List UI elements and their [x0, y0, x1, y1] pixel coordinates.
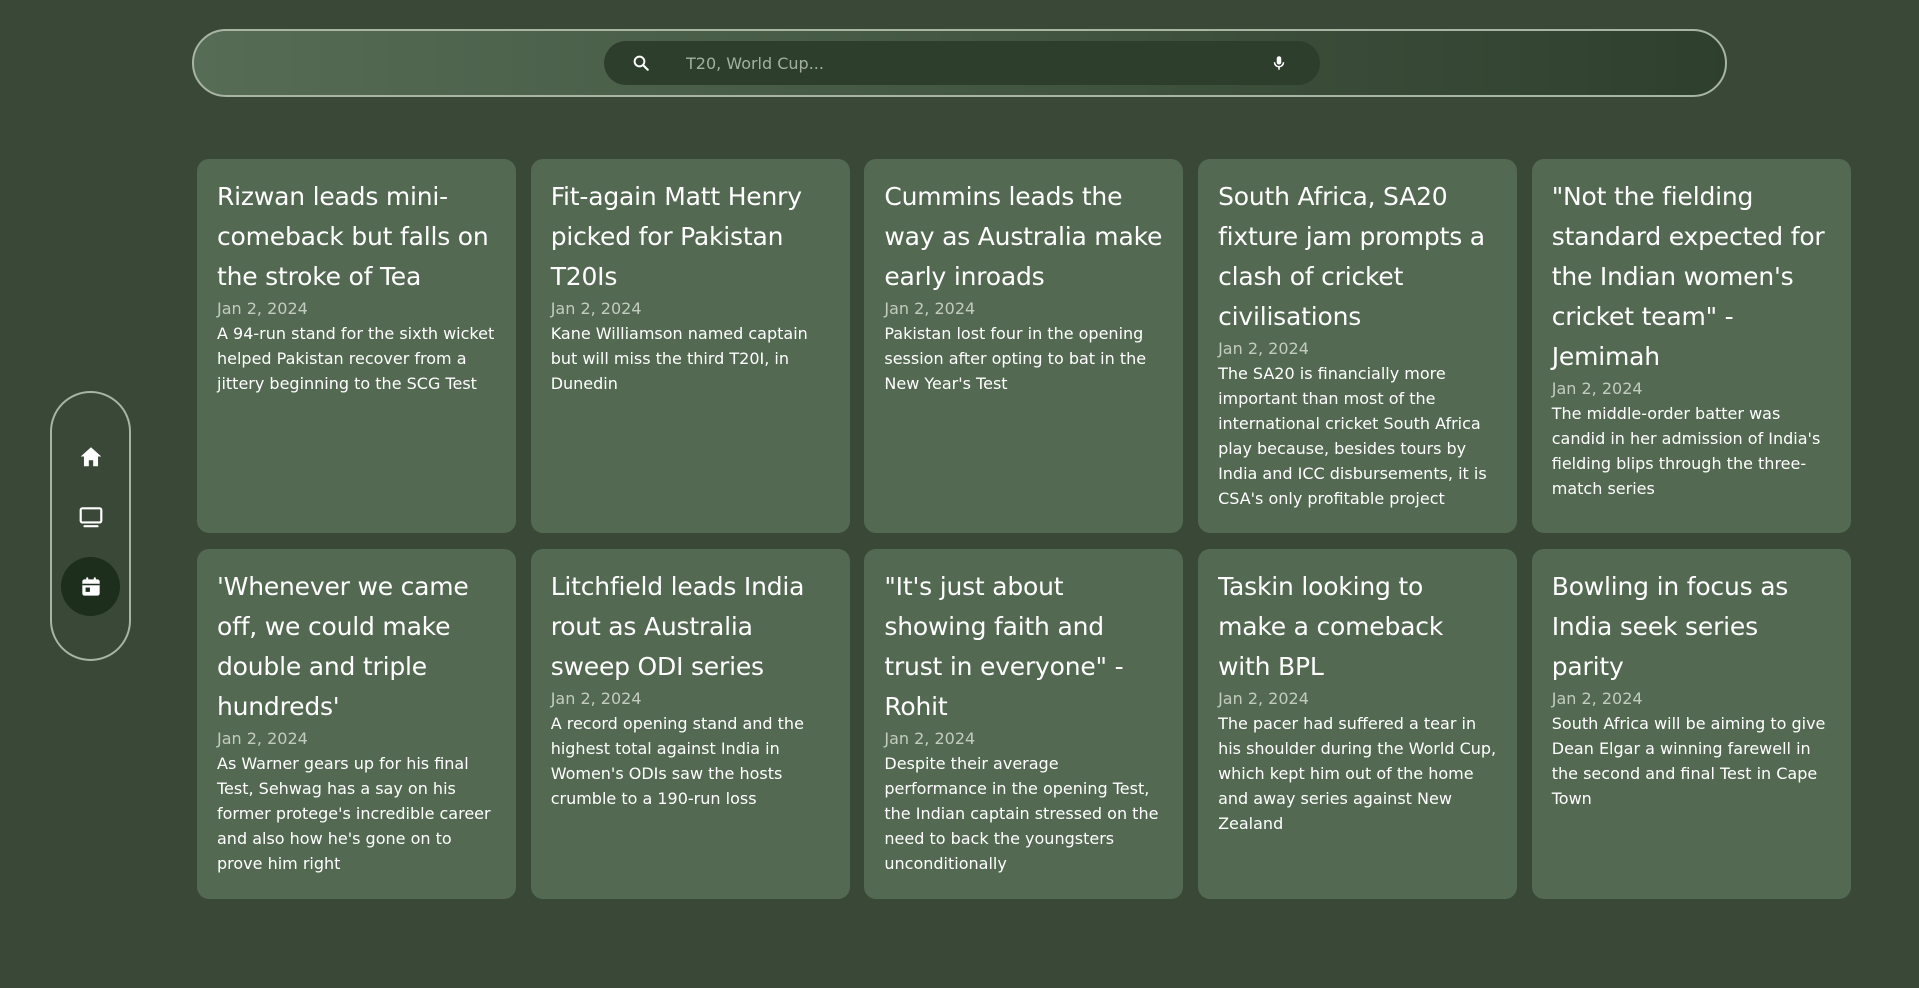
article-date: Jan 2, 2024: [217, 299, 308, 318]
search-icon[interactable]: [632, 54, 650, 72]
article-card[interactable]: Rizwan leads mini-comeback but falls on …: [197, 159, 516, 533]
article-date: Jan 2, 2024: [1218, 339, 1309, 358]
article-summary: The pacer had suffered a tear in his sho…: [1218, 714, 1497, 833]
article-date: Jan 2, 2024: [1218, 689, 1309, 708]
nav-home-button[interactable]: [61, 427, 120, 486]
nav-calendar-button[interactable]: [61, 557, 120, 616]
article-summary: The middle-order batter was candid in he…: [1551, 404, 1821, 498]
article-card[interactable]: South Africa, SA20 fixture jam prompts a…: [1198, 159, 1518, 533]
article-title[interactable]: South Africa, SA20 fixture jam prompts a…: [1218, 177, 1497, 337]
article-date: Jan 2, 2024: [1551, 379, 1643, 398]
article-summary: A record opening stand and the highest t…: [550, 714, 804, 808]
article-title[interactable]: 'Whenever we came off, we could make dou…: [217, 567, 496, 727]
article-card[interactable]: Taskin looking to make a comeback with B…: [1198, 549, 1518, 899]
microphone-icon[interactable]: [1270, 54, 1288, 72]
article-title[interactable]: Cummins leads the way as Australia make …: [884, 177, 1163, 297]
article-title[interactable]: "It's just about showing faith and trust…: [884, 567, 1163, 727]
article-summary: South Africa will be aiming to give Dean…: [1551, 714, 1826, 808]
calendar-icon: [81, 576, 100, 596]
article-card[interactable]: "It's just about showing faith and trust…: [864, 549, 1184, 899]
article-summary: The SA20 is financially more important t…: [1218, 364, 1487, 508]
search-input[interactable]: [686, 41, 1246, 85]
article-date: Jan 2, 2024: [884, 299, 976, 318]
search-bar: [192, 29, 1727, 97]
article-title[interactable]: Bowling in focus as India seek series pa…: [1552, 567, 1831, 687]
article-date: Jan 2, 2024: [217, 729, 308, 748]
article-title[interactable]: Litchfield leads India rout as Australia…: [551, 567, 830, 687]
article-card[interactable]: Litchfield leads India rout as Australia…: [530, 549, 850, 899]
article-date: Jan 2, 2024: [550, 689, 642, 708]
article-date: Jan 2, 2024: [1551, 689, 1643, 708]
article-summary: As Warner gears up for his final Test, S…: [217, 754, 491, 873]
article-summary: Despite their average performance in the…: [884, 754, 1159, 873]
side-nav: [50, 391, 131, 661]
article-summary: Kane Williamson named captain but will m…: [550, 324, 808, 393]
article-card[interactable]: "Not the fielding standard expected for …: [1531, 159, 1851, 533]
home-icon: [80, 446, 101, 466]
article-summary: A 94-run stand for the sixth wicket help…: [217, 324, 495, 393]
article-title[interactable]: "Not the fielding standard expected for …: [1552, 177, 1831, 377]
article-card[interactable]: Cummins leads the way as Australia make …: [864, 159, 1184, 533]
article-date: Jan 2, 2024: [884, 729, 976, 748]
tv-icon: [79, 506, 102, 527]
article-card[interactable]: 'Whenever we came off, we could make dou…: [197, 549, 516, 899]
search-pill[interactable]: [604, 41, 1320, 85]
article-date: Jan 2, 2024: [550, 299, 642, 318]
article-title[interactable]: Rizwan leads mini-comeback but falls on …: [217, 177, 496, 297]
article-title[interactable]: Fit-again Matt Henry picked for Pakistan…: [551, 177, 830, 297]
article-card[interactable]: Fit-again Matt Henry picked for Pakistan…: [530, 159, 850, 533]
article-title[interactable]: Taskin looking to make a comeback with B…: [1218, 567, 1497, 687]
nav-tv-button[interactable]: [61, 487, 120, 546]
article-summary: Pakistan lost four in the opening sessio…: [884, 324, 1147, 393]
article-card[interactable]: Bowling in focus as India seek series pa…: [1531, 549, 1851, 899]
article-grid: Rizwan leads mini-comeback but falls on …: [197, 159, 1851, 899]
